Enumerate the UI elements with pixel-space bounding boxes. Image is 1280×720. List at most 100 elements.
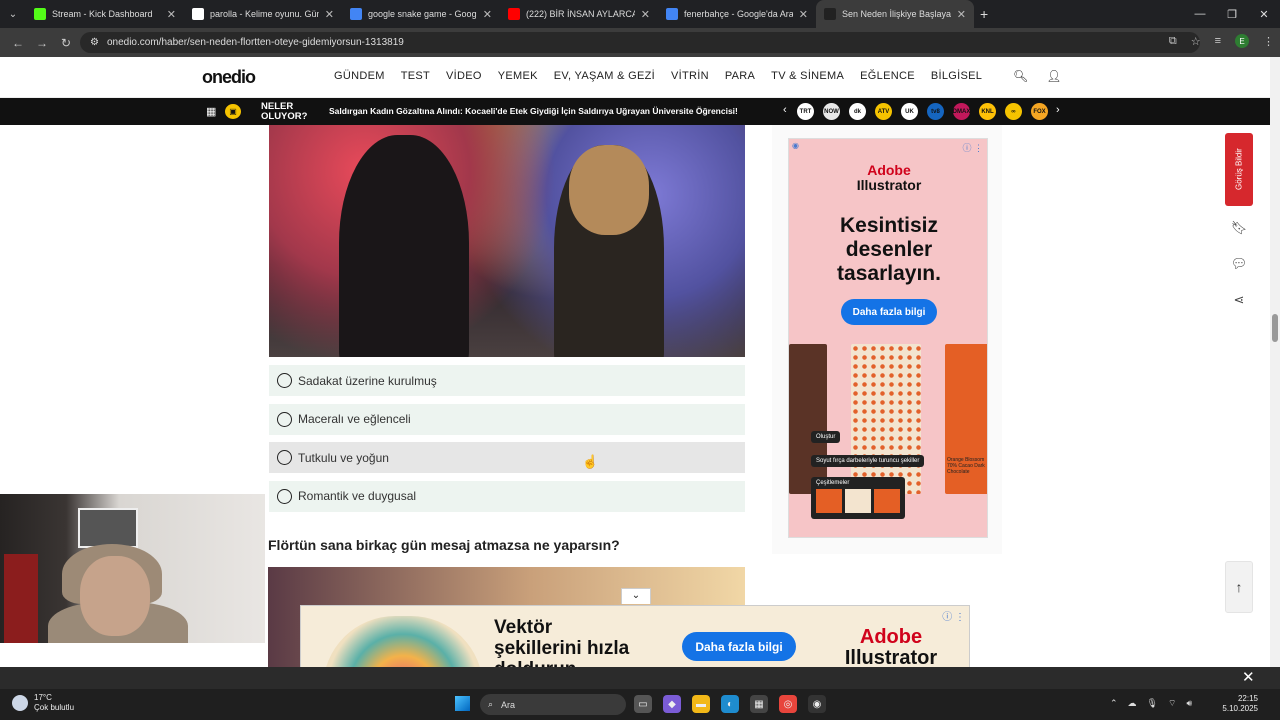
menu-item[interactable]: VİDEO	[446, 70, 482, 82]
quiz-option-label: Sadakat üzerine kurulmuş	[298, 373, 437, 388]
tab-title: Stream - Kick Dashboard	[52, 9, 153, 19]
install-icon[interactable]: ⧉	[1169, 35, 1177, 48]
taskbar-search[interactable]: ⌕ Ara	[480, 694, 626, 715]
back-icon[interactable]: ←	[6, 36, 30, 50]
ad-cta-button[interactable]: Daha fazla bilgi	[841, 299, 937, 325]
quiz-option[interactable]: Sadakat üzerine kurulmuş	[269, 365, 745, 396]
radio-button-icon[interactable]	[277, 488, 292, 504]
media-icon[interactable]: ≡	[1215, 35, 1221, 47]
comments-icon[interactable]: 💬︎	[1225, 250, 1253, 278]
side-ad[interactable]: ◉ ⓘ ⋮ Adobe Illustrator Kesintisiz desen…	[788, 138, 988, 538]
radio-button-icon[interactable]	[277, 450, 292, 465]
tab-close-icon[interactable]: ✕	[325, 8, 334, 21]
quiz-option[interactable]: Romantik ve duygusal	[269, 480, 745, 512]
browser-tab[interactable]: Stream - Kick Dashboard ✕	[26, 0, 184, 28]
bookmark-icon[interactable]: 🔖︎	[1225, 214, 1253, 242]
tv-channel-logo[interactable]: KNL	[979, 103, 996, 120]
address-bar-row: ← → ↻ ⚙ onedio.com/haber/sen-neden-flort…	[0, 28, 1280, 57]
ad-info-icon[interactable]: ⓘ ⋮	[962, 141, 983, 154]
menu-item[interactable]: GÜNDEM	[334, 70, 385, 82]
menu-item[interactable]: EV, YAŞAM & GEZİ	[554, 70, 655, 82]
radio-button-icon[interactable]	[277, 411, 292, 427]
reload-icon[interactable]: ↻	[54, 36, 78, 50]
radio-button-icon[interactable]	[277, 373, 292, 388]
tv-channel-logo[interactable]: DMAX	[953, 103, 970, 120]
ticker-headline[interactable]: Saldırgan Kadın Gözaltına Alındı: Kocael…	[329, 106, 738, 116]
share-icon[interactable]: ⋖	[1225, 286, 1253, 314]
tv-channel-logo[interactable]: UK	[901, 103, 918, 120]
close-ad-icon[interactable]: ✕	[1242, 668, 1255, 686]
chrome-icon[interactable]: ◎	[779, 695, 797, 713]
search-icon: ⌕	[488, 699, 494, 709]
tab-close-icon[interactable]: ✕	[641, 8, 650, 21]
menu-item[interactable]: YEMEK	[498, 70, 538, 82]
volume-icon[interactable]: 🔊︎	[1186, 698, 1192, 709]
page-scrollbar[interactable]	[1270, 57, 1280, 667]
menu-item[interactable]: BİLGİSEL	[931, 70, 982, 82]
tv-channel-logo[interactable]: ∞	[1005, 103, 1022, 120]
file-explorer-icon[interactable]: ▬	[692, 695, 710, 713]
minimize-icon[interactable]: —	[1184, 0, 1216, 28]
chevron-right-icon[interactable]: ›	[1056, 104, 1060, 116]
edge-icon[interactable]: ◐	[721, 695, 739, 713]
maximize-icon[interactable]: ❐	[1216, 0, 1248, 28]
apps-grid-icon[interactable]: ▦	[206, 105, 216, 118]
weather-widget[interactable]: 17°C Çok bulutlu	[12, 693, 74, 713]
forward-icon[interactable]: →	[30, 36, 54, 50]
site-info-icon[interactable]: ⚙	[90, 37, 99, 48]
copilot-icon[interactable]: ◆	[663, 695, 681, 713]
tab-close-icon[interactable]: ✕	[957, 8, 966, 21]
ad-bottom-cta-button[interactable]: Daha fazla bilgi	[682, 632, 796, 661]
ad-badge-icon[interactable]: ◉	[792, 141, 799, 150]
store-icon[interactable]: ▦	[750, 695, 768, 713]
browser-tab[interactable]: (222) BİR İNSAN AYLARCA KAR ✕	[500, 0, 658, 28]
clock[interactable]: 22:15 5.10.2025	[1218, 694, 1258, 714]
menu-item[interactable]: TEST	[401, 70, 430, 82]
chevron-left-icon[interactable]: ‹	[783, 104, 787, 116]
microphone-icon[interactable]: 🎙︎	[1147, 698, 1158, 709]
browser-tab[interactable]: google snake game - Google'd ✕	[342, 0, 500, 28]
tv-channel-logo[interactable]: NOW	[823, 103, 840, 120]
menu-item[interactable]: EĞLENCE	[860, 70, 915, 82]
menu-item[interactable]: PARA	[725, 70, 755, 82]
feedback-button[interactable]: Görüş Bildir	[1225, 133, 1253, 206]
tab-close-icon[interactable]: ✕	[799, 8, 808, 21]
search-icon[interactable]: 🔍︎	[1013, 69, 1028, 83]
profile-avatar[interactable]: E	[1235, 34, 1249, 48]
tv-channel-logo[interactable]: TRT	[797, 103, 814, 120]
menu-item[interactable]: VİTRİN	[671, 70, 709, 82]
menu-item[interactable]: TV & SİNEMA	[771, 70, 844, 82]
chevron-down-icon[interactable]: ⌄	[621, 588, 651, 604]
scroll-to-top-button[interactable]: ↑	[1225, 561, 1253, 613]
chevron-up-icon[interactable]: ⌃	[1110, 698, 1118, 709]
new-tab-button[interactable]: +	[980, 6, 988, 22]
obs-icon[interactable]: ◉	[808, 695, 826, 713]
task-view-icon[interactable]: ▭	[634, 695, 652, 713]
quiz-option[interactable]: Maceralı ve eğlenceli	[269, 403, 745, 435]
cloud-sync-icon[interactable]: ☁	[1128, 698, 1137, 709]
wifi-icon[interactable]: ⌔	[1168, 698, 1176, 709]
scrollbar-thumb[interactable]	[1272, 314, 1278, 342]
browser-tab[interactable]: Sen Neden İlişkiye Başlayamıyo ✕	[816, 0, 974, 28]
user-icon[interactable]: 👤︎	[1046, 69, 1061, 83]
url-field[interactable]: ⚙ onedio.com/haber/sen-neden-flortten-ot…	[80, 32, 1200, 53]
ad-bottom-line2: şekillerini hızla	[494, 638, 630, 659]
site-logo[interactable]: onedio	[202, 67, 256, 88]
bookmark-star-icon[interactable]: ☆	[1191, 35, 1201, 48]
tab-close-icon[interactable]: ✕	[167, 8, 176, 21]
tab-search-icon[interactable]: ⌄	[0, 0, 26, 28]
browser-tab[interactable]: parolla - Kelime oyunu. Günlük ✕	[184, 0, 342, 28]
tv-channel-logo[interactable]: dk	[849, 103, 866, 120]
close-window-icon[interactable]: ✕	[1248, 0, 1280, 28]
tv-channel-logo[interactable]: FOX	[1031, 103, 1048, 120]
ad-info-icon[interactable]: ⓘ ⋮	[942, 608, 965, 623]
tv-channel-logo[interactable]: ATV	[875, 103, 892, 120]
tv-channel-logo[interactable]: tv8	[927, 103, 944, 120]
browser-tab[interactable]: fenerbahçe - Google'da Ara ✕	[658, 0, 816, 28]
tab-close-icon[interactable]: ✕	[483, 8, 492, 21]
start-icon[interactable]	[455, 696, 470, 711]
tab-title: parolla - Kelime oyunu. Günlük	[210, 9, 319, 19]
radio-icon[interactable]: ▣	[225, 104, 241, 119]
browser-menu-icon[interactable]: ⋮	[1263, 35, 1274, 48]
quiz-option[interactable]: Tutkulu ve yoğun	[269, 442, 745, 473]
